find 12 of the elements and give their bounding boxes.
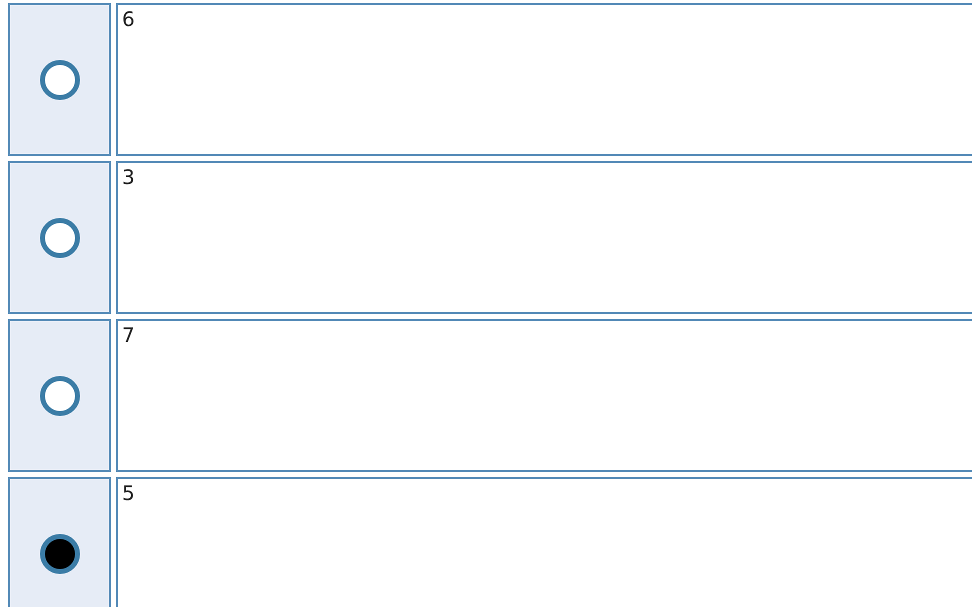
answer-option[interactable]: 7 bbox=[116, 319, 972, 472]
option-label: 6 bbox=[122, 7, 135, 31]
answer-option[interactable]: 6 bbox=[116, 3, 972, 156]
radio-button[interactable] bbox=[40, 60, 80, 100]
radio-button[interactable] bbox=[40, 534, 80, 574]
radio-button[interactable] bbox=[40, 218, 80, 258]
answer-option[interactable]: 5 bbox=[116, 477, 972, 607]
answer-option[interactable]: 3 bbox=[116, 161, 972, 314]
radio-button[interactable] bbox=[40, 376, 80, 416]
option-label: 7 bbox=[122, 323, 135, 347]
option-label: 5 bbox=[122, 481, 135, 505]
option-label: 3 bbox=[122, 165, 135, 189]
